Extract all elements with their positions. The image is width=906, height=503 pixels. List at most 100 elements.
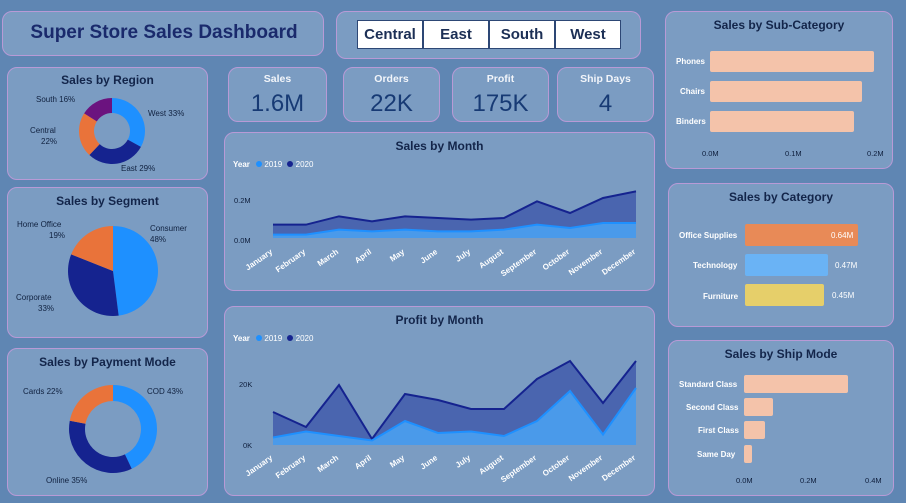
- x-tick-september: September: [499, 247, 538, 278]
- cat-value-furniture: 0.45M: [832, 291, 855, 300]
- cat-value-technology: 0.47M: [835, 261, 858, 270]
- x-tick-may: May: [388, 453, 406, 470]
- kpi-sales-value: 1.6M: [250, 90, 305, 117]
- x-tick-november: November: [567, 247, 604, 277]
- ship-axis-1: 0.2M: [800, 476, 817, 485]
- segment-label-consumer-pct: 48%: [150, 235, 167, 244]
- subcat-label-phones: Phones: [676, 57, 705, 66]
- kpi-orders-label: Orders: [374, 73, 409, 85]
- x-tick-april: April: [353, 453, 373, 471]
- payment-label-cards: Cards 22%: [23, 387, 63, 396]
- ship-bar-standard: [744, 375, 848, 393]
- x-tick-january: January: [244, 247, 275, 272]
- segment-label-homeoffice: Home Office: [17, 220, 62, 229]
- cat-label-furniture: Furniture: [703, 292, 739, 301]
- kpi-sales-card: Sales 1.6M: [228, 67, 327, 122]
- x-tick-may: May: [388, 247, 406, 264]
- cat-value-officesupplies: 0.64M: [831, 231, 854, 240]
- subcat-axis-2: 0.2M: [867, 149, 884, 158]
- ship-label-sameday: Same Day: [697, 450, 736, 459]
- x-tick-october: October: [541, 247, 571, 272]
- kpi-profit-card: Profit 175K: [452, 67, 549, 122]
- x-tick-february: February: [274, 247, 308, 274]
- cat-label-officesupplies: Office Supplies: [679, 231, 738, 240]
- dashboard-title: Super Store Sales Dashboard: [30, 22, 298, 43]
- kpi-profit-value: 175K: [472, 90, 529, 117]
- payment-label-online: Online 35%: [46, 476, 88, 485]
- ship-bar-second: [744, 398, 774, 416]
- ship-axis-0: 0.0M: [736, 476, 753, 485]
- payment-slices: [69, 385, 158, 473]
- sales-x-axis: January February March April May June July Augu…: [244, 247, 637, 278]
- sales-month-panel: Sales by Month Year 2019 2020 0.2M 0.0M …: [224, 132, 655, 291]
- segment-pie: [67, 226, 159, 316]
- segment-label-corporate: Corporate: [16, 293, 52, 302]
- slicer-west[interactable]: West: [555, 20, 621, 49]
- cat-label-technology: Technology: [693, 261, 738, 270]
- region-label-west: West 33%: [148, 109, 185, 118]
- cat-bar-technology: [745, 254, 828, 276]
- x-tick-june: June: [419, 453, 440, 471]
- ship-label-second: Second Class: [686, 403, 739, 412]
- category-panel: Sales by Category Office Supplies Techno…: [668, 183, 894, 327]
- x-tick-july: July: [454, 247, 473, 264]
- cat-bar-furniture: [745, 284, 825, 306]
- x-tick-november: November: [567, 453, 604, 483]
- x-tick-july: July: [454, 453, 473, 470]
- kpi-shipdays-card: Ship Days 4: [557, 67, 654, 122]
- x-tick-december: December: [600, 247, 637, 277]
- category-title: Sales by Category: [728, 190, 834, 204]
- region-donut: [79, 98, 146, 164]
- x-tick-december: December: [600, 453, 637, 483]
- segment-label-homeoffice-pct: 19%: [49, 231, 66, 240]
- x-tick-august: August: [477, 247, 505, 270]
- x-tick-september: September: [499, 453, 538, 484]
- region-label-central: Central: [30, 126, 56, 135]
- shipmode-panel: Sales by Ship Mode Standard Class Second…: [668, 340, 894, 496]
- ship-axis-2: 0.4M: [865, 476, 882, 485]
- x-tick-february: February: [274, 453, 308, 480]
- region-label-east: East 29%: [121, 164, 156, 173]
- subcat-bar-binders: [710, 111, 854, 132]
- payment-donut: [69, 385, 158, 473]
- profit-month-panel: Profit by Month Year 2019 2020 20K 0K Ja…: [224, 306, 655, 496]
- subcat-label-binders: Binders: [676, 117, 706, 126]
- payment-label-cod: COD 43%: [147, 387, 184, 396]
- kpi-shipdays-value: 4: [598, 90, 613, 117]
- x-tick-august: August: [477, 453, 505, 476]
- kpi-sales-label: Sales: [263, 73, 292, 85]
- ship-label-standard: Standard Class: [679, 380, 738, 389]
- sales-month-chart: January February March April May June July Augu…: [244, 190, 637, 278]
- subcat-bar-chairs: [710, 81, 862, 102]
- subcat-axis-1: 0.1M: [785, 149, 802, 158]
- segment-label-corporate-pct: 33%: [38, 304, 55, 313]
- kpi-profit-label: Profit: [486, 73, 515, 85]
- x-tick-january: January: [244, 453, 275, 478]
- dashboard-title-panel: Super Store Sales Dashboard: [2, 11, 324, 56]
- segment-label-consumer: Consumer: [150, 224, 187, 233]
- slicer-central[interactable]: Central: [357, 20, 423, 49]
- slicer-east[interactable]: East: [423, 20, 489, 49]
- payment-slice-online: [69, 420, 132, 473]
- profit-area-series: [272, 359, 637, 445]
- sales-area-series: [273, 190, 637, 238]
- region-label-south: South 16%: [36, 95, 76, 104]
- ship-bar-sameday: [744, 445, 753, 463]
- profit-month-chart: January February March April May June July Augu…: [244, 359, 637, 484]
- shipmode-title: Sales by Ship Mode: [724, 347, 838, 361]
- x-tick-march: March: [316, 453, 341, 474]
- region-slices: [79, 98, 146, 164]
- payment-chart-panel: Sales by Payment Mode Cards 22% COD 43% …: [7, 348, 208, 496]
- region-label-central-pct: 22%: [41, 137, 58, 146]
- kpi-shipdays-label: Ship Days: [580, 73, 631, 85]
- x-tick-april: April: [353, 247, 373, 265]
- x-tick-june: June: [419, 247, 440, 265]
- subcategory-title: Sales by Sub-Category: [713, 18, 845, 32]
- subcat-label-chairs: Chairs: [680, 87, 705, 96]
- region-chart-panel: Sales by Region South 16% West 33% Centr…: [7, 67, 208, 180]
- x-tick-march: March: [316, 247, 341, 268]
- segment-slices: [67, 226, 159, 316]
- subcategory-panel: Sales by Sub-Category Phones Chairs Bind…: [665, 11, 893, 169]
- slicer-south[interactable]: South: [489, 20, 555, 49]
- profit-x-axis: January February March April May June July Augu…: [244, 453, 637, 484]
